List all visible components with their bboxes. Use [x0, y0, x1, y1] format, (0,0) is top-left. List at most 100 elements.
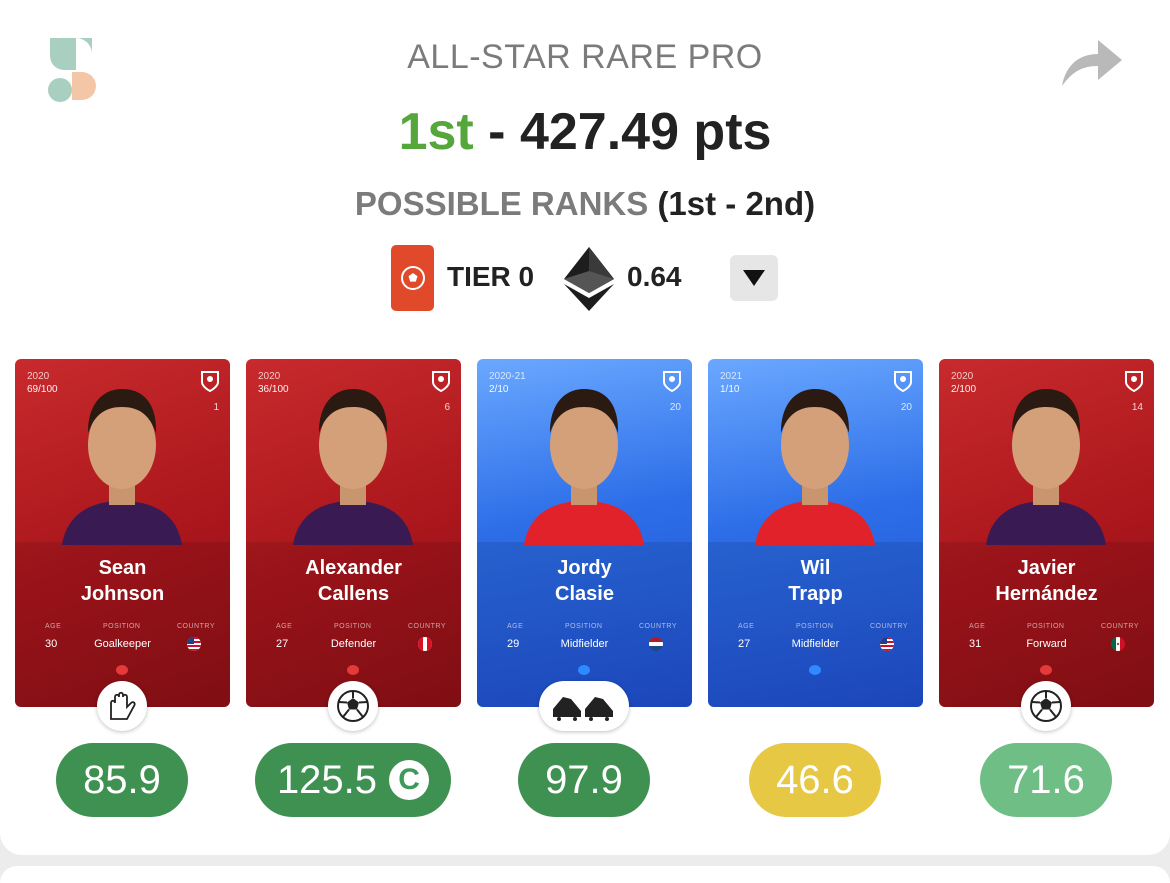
country-flag-icon: [418, 637, 432, 651]
player-name: Alexander Callens: [246, 555, 461, 607]
country-flag-icon: [880, 637, 894, 651]
player-last-name: Hernández: [995, 583, 1098, 605]
player-last-name: Trapp: [788, 583, 843, 605]
player-portrait: [288, 373, 418, 545]
eth-value: 0.64: [627, 261, 682, 292]
country-label: COUNTRY: [1101, 623, 1139, 630]
player-card[interactable]: 2020 2/100 14 Javier Hernández AGE POSITION COU…: [939, 359, 1154, 707]
player-name: Javier Hernández: [939, 555, 1154, 607]
rank-separator: -: [473, 103, 520, 161]
player-name: Wil Trapp: [708, 555, 923, 607]
expand-dropdown-button[interactable]: [730, 255, 778, 301]
player-card[interactable]: 2020-21 2/10 20 Jordy Clasie AGE POSITION COUNT…: [477, 359, 692, 707]
country-label: COUNTRY: [408, 623, 446, 630]
shirt-number: 20: [669, 402, 681, 413]
player-last-name: Callens: [317, 583, 390, 605]
player-score-pill: 125.5 C: [255, 743, 451, 817]
player-first-name: Alexander: [305, 557, 402, 579]
player-card[interactable]: 2020 69/100 1 Sean Johnson AGE POSITION COUNTRY…: [15, 359, 230, 707]
player-score: 85.9: [83, 757, 161, 802]
card-rarity-dot: [347, 665, 359, 675]
triangle-down-icon: [743, 270, 765, 286]
next-panel-edge: [0, 866, 1170, 883]
player-score: 97.9: [545, 757, 623, 802]
age-label: AGE: [969, 623, 986, 630]
player-card[interactable]: 2020 36/100 6 Alexander Callens AGE POSITION CO…: [246, 359, 461, 707]
soccer-ball-icon: [328, 681, 378, 731]
player-score-pill: 71.6: [980, 743, 1112, 817]
club-crest-icon: [663, 371, 681, 392]
country-label: COUNTRY: [639, 623, 677, 630]
club-crest-icon: [1125, 371, 1143, 392]
card-season: 2020: [951, 371, 974, 382]
card-rarity-dot: [809, 665, 821, 675]
player-first-name: Javier: [1017, 557, 1076, 579]
soccer-ball-icon: [1021, 681, 1071, 731]
card-rarity-dot: [578, 665, 590, 675]
player-score-pill: 97.9: [518, 743, 650, 817]
club-crest-icon: [432, 371, 450, 392]
shirt-number: 20: [900, 402, 912, 413]
card-serial: 1/10: [720, 384, 740, 395]
possible-ranks-range: (1st - 2nd): [657, 185, 816, 222]
player-first-name: Wil: [800, 557, 831, 579]
player-score-pill: 85.9: [56, 743, 188, 817]
card-serial: 69/100: [27, 384, 58, 395]
player-name: Jordy Clasie: [477, 555, 692, 607]
card-rarity-dot: [1040, 665, 1052, 675]
tier-label: TIER 0: [447, 261, 535, 292]
shirt-number: 6: [444, 402, 450, 413]
card-rarity-dot: [116, 665, 128, 675]
points-value: 427.49 pts: [519, 103, 772, 161]
player-score: 125.5: [276, 757, 378, 802]
player-last-name: Johnson: [80, 583, 165, 605]
position-label: POSITION: [334, 623, 372, 630]
card-season: 2020: [258, 371, 281, 382]
goalkeeper-gloves-icon: [97, 681, 147, 731]
age-label: AGE: [276, 623, 293, 630]
competition-title: ALL-STAR RARE PRO: [407, 38, 763, 76]
rank-summary: 1st - 427.49 pts: [0, 102, 1170, 162]
shirt-number: 14: [1131, 402, 1143, 413]
player-score: 71.6: [1007, 757, 1085, 802]
club-crest-icon: [201, 371, 219, 392]
country-flag-icon: [649, 637, 663, 651]
position-label: POSITION: [565, 623, 603, 630]
shirt-number: 1: [213, 402, 219, 413]
card-season: 2021: [720, 371, 743, 382]
possible-ranks: POSSIBLE RANKS (1st - 2nd): [0, 185, 1170, 223]
player-portrait: [750, 373, 880, 545]
card-season: 2020-21: [489, 371, 526, 382]
player-portrait: [519, 373, 649, 545]
player-score: 46.6: [776, 757, 854, 802]
tier-badge: [391, 245, 434, 311]
position-label: POSITION: [1027, 623, 1065, 630]
player-first-name: Sean: [98, 557, 147, 579]
player-last-name: Clasie: [555, 583, 614, 605]
player-name: Sean Johnson: [15, 555, 230, 607]
country-label: COUNTRY: [870, 623, 908, 630]
rank-value: 1st: [398, 103, 474, 161]
card-serial: 2/100: [951, 384, 977, 395]
age-label: AGE: [738, 623, 755, 630]
player-first-name: Jordy: [557, 557, 612, 579]
player-card[interactable]: 2021 1/10 20 Wil Trapp AGE POSITION COUNTRY 27 Mi…: [708, 359, 923, 707]
age-label: AGE: [45, 623, 62, 630]
position-label: POSITION: [796, 623, 834, 630]
age-label: AGE: [507, 623, 524, 630]
tier-ball-icon: [400, 266, 425, 290]
club-crest-icon: [894, 371, 912, 392]
football-boots-icon: [539, 681, 629, 731]
country-flag-icon: [1111, 637, 1125, 651]
ethereum-icon: [564, 247, 614, 311]
country-label: COUNTRY: [177, 623, 215, 630]
player-portrait: [981, 373, 1111, 545]
card-serial: 2/10: [489, 384, 509, 395]
position-label: POSITION: [103, 623, 141, 630]
player-score-pill: 46.6: [749, 743, 881, 817]
possible-ranks-label: POSSIBLE RANKS: [354, 185, 649, 222]
card-season: 2020: [27, 371, 50, 382]
captain-badge: C: [389, 760, 430, 800]
card-serial: 36/100: [258, 384, 289, 395]
player-portrait: [57, 373, 187, 545]
